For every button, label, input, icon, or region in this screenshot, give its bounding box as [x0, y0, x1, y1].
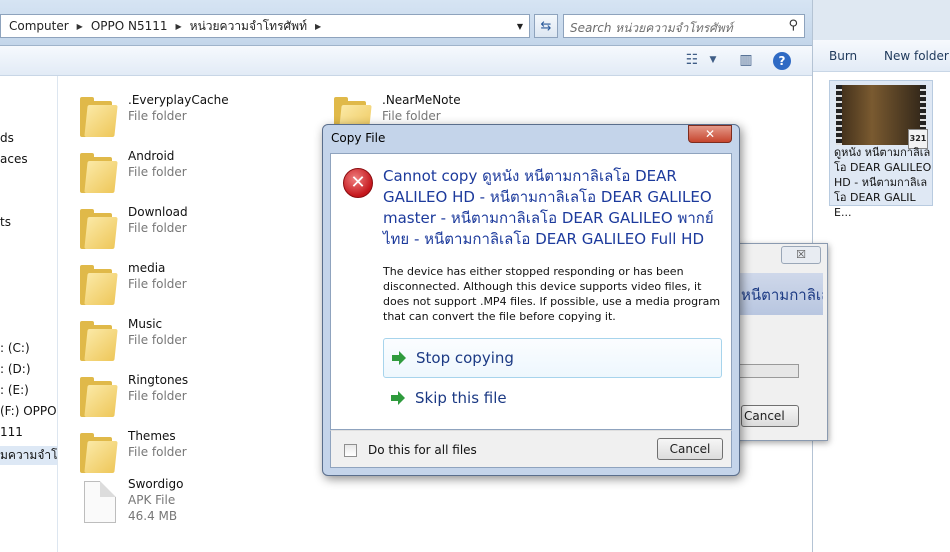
arrow-right-icon [391, 391, 405, 405]
video-file-tile[interactable]: 321 ดูหนัง หนีตามกาลิเลโอ DEAR GALILEO H… [829, 80, 933, 219]
chevron-right-icon[interactable]: ▶ [315, 22, 321, 31]
item-name: Swordigo [128, 477, 184, 491]
item-type: File folder [382, 109, 441, 123]
refresh-icon: ⇆ [540, 18, 552, 34]
cancel-button[interactable]: Cancel [741, 405, 799, 427]
item-type: File folder [128, 389, 187, 403]
folder-icon [80, 153, 118, 193]
list-item[interactable]: .EveryplayCache File folder [80, 93, 280, 143]
window-top-area [813, 0, 950, 40]
folder-icon [80, 377, 118, 417]
breadcrumb-device[interactable]: OPPO N5111 [91, 19, 168, 33]
chevron-right-icon[interactable]: ▶ [77, 22, 83, 31]
search-placeholder: Search หน่วยความจำโทรศัพท์ [570, 21, 733, 35]
view-options-icon[interactable]: ☷ [683, 52, 701, 70]
folder-icon [80, 97, 118, 137]
error-message: The device has either stopped responding… [383, 265, 721, 323]
item-name: Android [128, 149, 175, 163]
right-toolbar: Burn New folder [813, 40, 950, 72]
help-icon[interactable]: ? [773, 52, 791, 70]
item-name: Ringtones [128, 373, 189, 387]
item-type: APK File [128, 493, 176, 507]
command-toolbar: ☷ ▼ ▥ ? [0, 46, 812, 76]
skip-file-button[interactable]: Skip this file [383, 379, 722, 419]
video-file-name: ดูหนัง หนีตามกาลิเลโอ DEAR GALILEO HD - … [834, 146, 932, 219]
nav-item[interactable]: ds [0, 131, 14, 145]
arrow-right-icon [392, 351, 406, 365]
file-icon [84, 481, 116, 523]
stop-copying-button[interactable]: Stop copying [383, 338, 722, 378]
item-name: Themes [128, 429, 176, 443]
breadcrumb[interactable]: Computer ▶ OPPO N5111 ▶ หน่วยความจำโทรศั… [0, 14, 530, 38]
item-name: Music [128, 317, 163, 331]
item-name: .NearMeNote [382, 93, 461, 107]
nav-item[interactable]: aces [0, 152, 28, 166]
folder-icon [80, 433, 118, 473]
chevron-down-icon[interactable]: ▼ [517, 22, 523, 31]
stop-copying-label: Stop copying [416, 349, 514, 367]
navigation-pane: ds aces ts : (C:) : (D:) : (E:) (F:) OPP… [0, 76, 58, 552]
refresh-button[interactable]: ⇆ [534, 14, 558, 38]
list-item[interactable]: Android File folder [80, 149, 280, 199]
progress-bar [737, 364, 799, 378]
error-headline: Cannot copy ดูหนัง หนีตามกาลิเลโอ DEAR G… [383, 167, 714, 248]
nav-item-phone-memory[interactable]: มความจำโทรศัพ [0, 446, 57, 465]
nav-item[interactable]: 111 [0, 425, 23, 439]
nav-item-drive-d[interactable]: : (D:) [0, 362, 31, 376]
burn-button[interactable]: Burn [829, 49, 857, 63]
address-bar-area: Computer ▶ OPPO N5111 ▶ หน่วยความจำโทรศั… [0, 0, 812, 46]
breadcrumb-phone-memory[interactable]: หน่วยความจำโทรศัพท์ [190, 17, 307, 36]
item-name: Download [128, 205, 188, 219]
item-name: media [128, 261, 166, 275]
list-item[interactable]: Swordigo APK File 46.4 MB [80, 477, 280, 531]
list-item[interactable]: Download File folder [80, 205, 280, 255]
preview-pane-icon[interactable]: ▥ [737, 52, 755, 70]
nav-item[interactable]: ts [0, 215, 11, 229]
breadcrumb-computer[interactable]: Computer [9, 19, 69, 33]
item-type: File folder [128, 445, 187, 459]
search-icon[interactable]: ⚲ [788, 18, 798, 33]
folder-icon [80, 209, 118, 249]
copy-file-dialog: Copy File ✕ ✕ Cannot copy ดูหนัง หนีตามก… [322, 124, 740, 476]
item-type: File folder [128, 109, 187, 123]
item-type: File folder [128, 165, 187, 179]
error-icon: ✕ [343, 168, 373, 198]
checkbox-label[interactable]: Do this for all files [368, 443, 477, 457]
folder-icon [80, 321, 118, 361]
dialog-title: Copy File [331, 131, 386, 145]
folder-icon [80, 265, 118, 305]
item-type: File folder [128, 333, 187, 347]
chevron-down-icon[interactable]: ▼ [704, 55, 722, 73]
list-item[interactable]: Music File folder [80, 317, 280, 367]
second-explorer-window: Burn New folder 321 ดูหนัง หนีตามกาลิเลโ… [812, 0, 950, 552]
dialog-footer: Do this for all files Cancel [330, 430, 732, 468]
item-size: 46.4 MB [128, 509, 178, 523]
nav-item-drive-e[interactable]: : (E:) [0, 383, 29, 397]
progress-title: หนีตามกาลิเลโอ DEAR GALILEO [737, 273, 823, 315]
item-type: File folder [128, 221, 187, 235]
all-files-checkbox[interactable] [344, 444, 357, 457]
item-type: File folder [128, 277, 187, 291]
nav-item-drive-c[interactable]: : (C:) [0, 341, 30, 355]
close-button[interactable]: ☒ [781, 246, 821, 264]
skip-file-label: Skip this file [415, 389, 507, 407]
list-item[interactable]: media File folder [80, 261, 280, 311]
video-thumbnail: 321 [836, 85, 928, 149]
dialog-body: ✕ Cannot copy ดูหนัง หนีตามกาลิเลโอ DEAR… [330, 153, 732, 430]
nav-item-device[interactable]: (F:) OPPO N [0, 404, 57, 418]
cancel-button[interactable]: Cancel [657, 438, 723, 460]
item-name: .EveryplayCache [128, 93, 229, 107]
new-folder-button[interactable]: New folder [884, 49, 949, 63]
search-input[interactable]: Search หน่วยความจำโทรศัพท์ ⚲ [563, 14, 805, 38]
list-item[interactable]: Ringtones File folder [80, 373, 280, 423]
close-button[interactable]: ✕ [688, 125, 732, 143]
list-item[interactable]: Themes File folder [80, 429, 280, 479]
chevron-right-icon[interactable]: ▶ [176, 22, 182, 31]
